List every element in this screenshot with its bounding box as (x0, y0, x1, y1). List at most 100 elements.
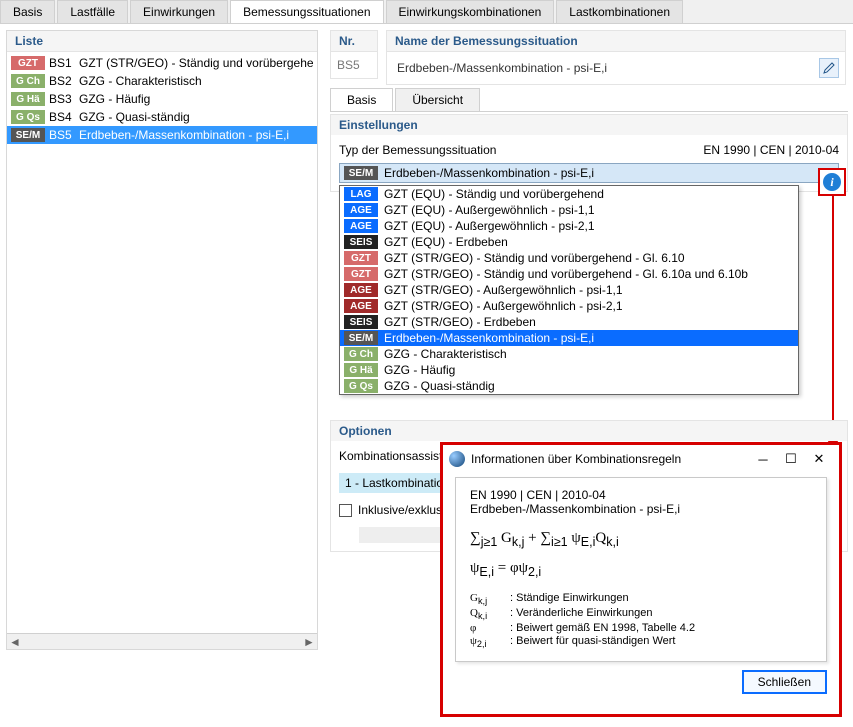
popup-close-button[interactable]: Schließen (742, 670, 827, 694)
badge: G Qs (11, 110, 45, 124)
badge: AGE (344, 219, 378, 233)
legend-row: ψ2,i : Beiwert für quasi-ständigen Wert (470, 635, 812, 649)
pencil-icon (823, 62, 835, 74)
scroll-right-icon[interactable]: ► (301, 634, 317, 650)
dropdown-option-7[interactable]: AGE GZT (STR/GEO) - Außergewöhnlich - psi… (340, 298, 798, 314)
dropdown-option-text: GZT (STR/GEO) - Außergewöhnlich - psi-1,… (384, 283, 623, 297)
badge: G Ch (11, 74, 45, 88)
info-button[interactable]: i (823, 173, 841, 191)
legend-row: φ : Beiwert gemäß EN 1998, Tabelle 4.2 (470, 622, 812, 634)
list-label: GZG - Quasi-ständig (79, 110, 313, 124)
main-tab-5[interactable]: Lastkombinationen (556, 0, 683, 23)
sub-tab-strip: BasisÜbersicht (330, 88, 848, 112)
type-dropdown: LAGGZT (EQU) - Ständig und vorübergehend… (339, 185, 799, 395)
dropdown-option-12[interactable]: G Qs GZG - Quasi-ständig (340, 378, 798, 394)
popup-title: Informationen über Kombinationsregeln (471, 452, 749, 466)
dropdown-option-3[interactable]: SEIS GZT (EQU) - Erdbeben (340, 234, 798, 250)
legend-desc: : Beiwert gemäß EN 1998, Tabelle 4.2 (510, 622, 695, 634)
dropdown-option-8[interactable]: SEISGZT (STR/GEO) - Erdbeben (340, 314, 798, 330)
name-header: Name der Bemessungssituation (386, 30, 846, 52)
dropdown-option-2[interactable]: AGEGZT (EQU) - Außergewöhnlich - psi-2,1 (340, 218, 798, 234)
settings-title: Einstellungen (331, 115, 847, 135)
dropdown-option-text: GZG - Charakteristisch (384, 347, 507, 361)
list-code: BS1 (49, 56, 79, 70)
dropdown-option-6[interactable]: AGE GZT (STR/GEO) - Außergewöhnlich - psi… (340, 282, 798, 298)
list-code: BS2 (49, 74, 79, 88)
legend-symbol: Gk,j (470, 592, 500, 606)
dropdown-option-text: GZT (EQU) - Erdbeben (384, 235, 508, 249)
dropdown-option-9[interactable]: SE/M Erdbeben-/Massenkombination - psi-E,… (340, 330, 798, 346)
legend-desc: : Beiwert für quasi-ständigen Wert (510, 635, 675, 649)
main-tab-2[interactable]: Einwirkungen (130, 0, 228, 23)
list-panel-title: Liste (7, 31, 317, 52)
legend-symbol: φ (470, 622, 500, 634)
sub-tab-0[interactable]: Basis (330, 88, 393, 111)
badge: AGE (344, 283, 378, 297)
badge: GZT (344, 251, 378, 265)
main-tab-4[interactable]: Einwirkungskombinationen (386, 0, 555, 23)
dropdown-option-text: GZT (STR/GEO) - Erdbeben (384, 315, 536, 329)
badge: SE/M (11, 128, 45, 142)
dropdown-option-11[interactable]: G HäGZG - Häufig (340, 362, 798, 378)
list-label: GZG - Häufig (79, 92, 313, 106)
dropdown-option-4[interactable]: GZT GZT (STR/GEO) - Ständig und vorüberge… (340, 250, 798, 266)
type-combobox[interactable]: SE/M Erdbeben-/Massenkombination - psi-E… (339, 163, 839, 183)
main-tab-0[interactable]: Basis (0, 0, 55, 23)
maximize-button[interactable]: ☐ (777, 447, 805, 471)
badge: GZT (11, 56, 45, 70)
legend-symbol: Qk,i (470, 607, 500, 621)
badge: LAG (344, 187, 378, 201)
popup-titlebar: Informationen über Kombinationsregeln ─ … (443, 445, 839, 473)
main-tab-3[interactable]: Bemessungssituationen (230, 0, 383, 23)
popup-formula-2: ψE,i = φψ2,i (470, 556, 812, 582)
main-tab-1[interactable]: Lastfälle (57, 0, 128, 23)
number-header: Nr. (330, 30, 378, 52)
info-popup: Informationen über Kombinationsregeln ─ … (440, 442, 842, 717)
minimize-button[interactable]: ─ (749, 447, 777, 471)
badge: G Hä (11, 92, 45, 106)
dropdown-option-text: Erdbeben-/Massenkombination - psi-E,i (384, 331, 594, 345)
dropdown-option-text: GZT (STR/GEO) - Ständig und vorübergehen… (384, 267, 748, 281)
edit-name-button[interactable] (819, 58, 839, 78)
popup-norm: EN 1990 | CEN | 2010-04 (470, 488, 812, 502)
legend-row: Gk,j: Ständige Einwirkungen (470, 592, 812, 606)
scroll-left-icon[interactable]: ◄ (7, 634, 23, 650)
dropdown-option-text: GZG - Quasi-ständig (384, 379, 495, 393)
list-body: GZT BS1GZT (STR/GEO) - Ständig und vorübe… (7, 52, 317, 632)
main-tab-strip: BasisLastfälleEinwirkungenBemessungssitu… (0, 0, 853, 24)
dropdown-option-10[interactable]: G ChGZG - Charakteristisch (340, 346, 798, 362)
number-group: Nr. BS5 (330, 30, 378, 79)
badge: SEIS (344, 235, 378, 249)
inclusive-checkbox[interactable] (339, 504, 352, 517)
list-item-BS1[interactable]: GZT BS1GZT (STR/GEO) - Ständig und vorübe… (7, 54, 317, 72)
popup-situation-name: Erdbeben-/Massenkombination - psi-E,i (470, 502, 812, 516)
list-item-BS3[interactable]: G HäBS3GZG - Häufig (7, 90, 317, 108)
number-value: BS5 (337, 58, 360, 72)
dropdown-option-0[interactable]: LAGGZT (EQU) - Ständig und vorübergehend (340, 186, 798, 202)
badge: AGE (344, 299, 378, 313)
list-item-BS2[interactable]: G ChBS2GZG - Charakteristisch (7, 72, 317, 90)
popup-legend: Gk,j: Ständige EinwirkungenQk,i: Verände… (470, 592, 812, 650)
options-title: Optionen (331, 421, 847, 441)
dropdown-option-1[interactable]: AGEGZT (EQU) - Außergewöhnlich - psi-1,1 (340, 202, 798, 218)
list-item-BS4[interactable]: G Qs BS4GZG - Quasi-ständig (7, 108, 317, 126)
dropdown-option-text: GZG - Häufig (384, 363, 455, 377)
horizontal-scrollbar[interactable]: ◄ ► (7, 633, 317, 649)
list-item-BS5[interactable]: SE/MBS5Erdbeben-/Massenkombination - psi… (7, 126, 317, 144)
list-code: BS4 (49, 110, 79, 124)
list-label: GZT (STR/GEO) - Ständig und vorübergehen… (79, 56, 313, 70)
close-x-button[interactable]: ✕ (805, 447, 833, 471)
badge: G Qs (344, 379, 378, 393)
dropdown-option-text: GZT (STR/GEO) - Außergewöhnlich - psi-2,… (384, 299, 623, 313)
name-group: Name der Bemessungssituation Erdbeben-/M… (386, 30, 846, 85)
list-code: BS5 (49, 128, 79, 142)
legend-row: Qk,i: Veränderliche Einwirkungen (470, 607, 812, 621)
legend-symbol: ψ2,i (470, 635, 500, 649)
dropdown-option-text: GZT (STR/GEO) - Ständig und vorübergehen… (384, 251, 685, 265)
norm-label: EN 1990 | CEN | 2010-04 (703, 143, 839, 157)
badge: SE/M (344, 331, 378, 345)
badge: AGE (344, 203, 378, 217)
sub-tab-1[interactable]: Übersicht (395, 88, 480, 111)
popup-formula-1: ∑j≥1 Gk,j + ∑i≥1 ψE,iQk,i (470, 526, 812, 552)
dropdown-option-5[interactable]: GZTGZT (STR/GEO) - Ständig und vorüberge… (340, 266, 798, 282)
